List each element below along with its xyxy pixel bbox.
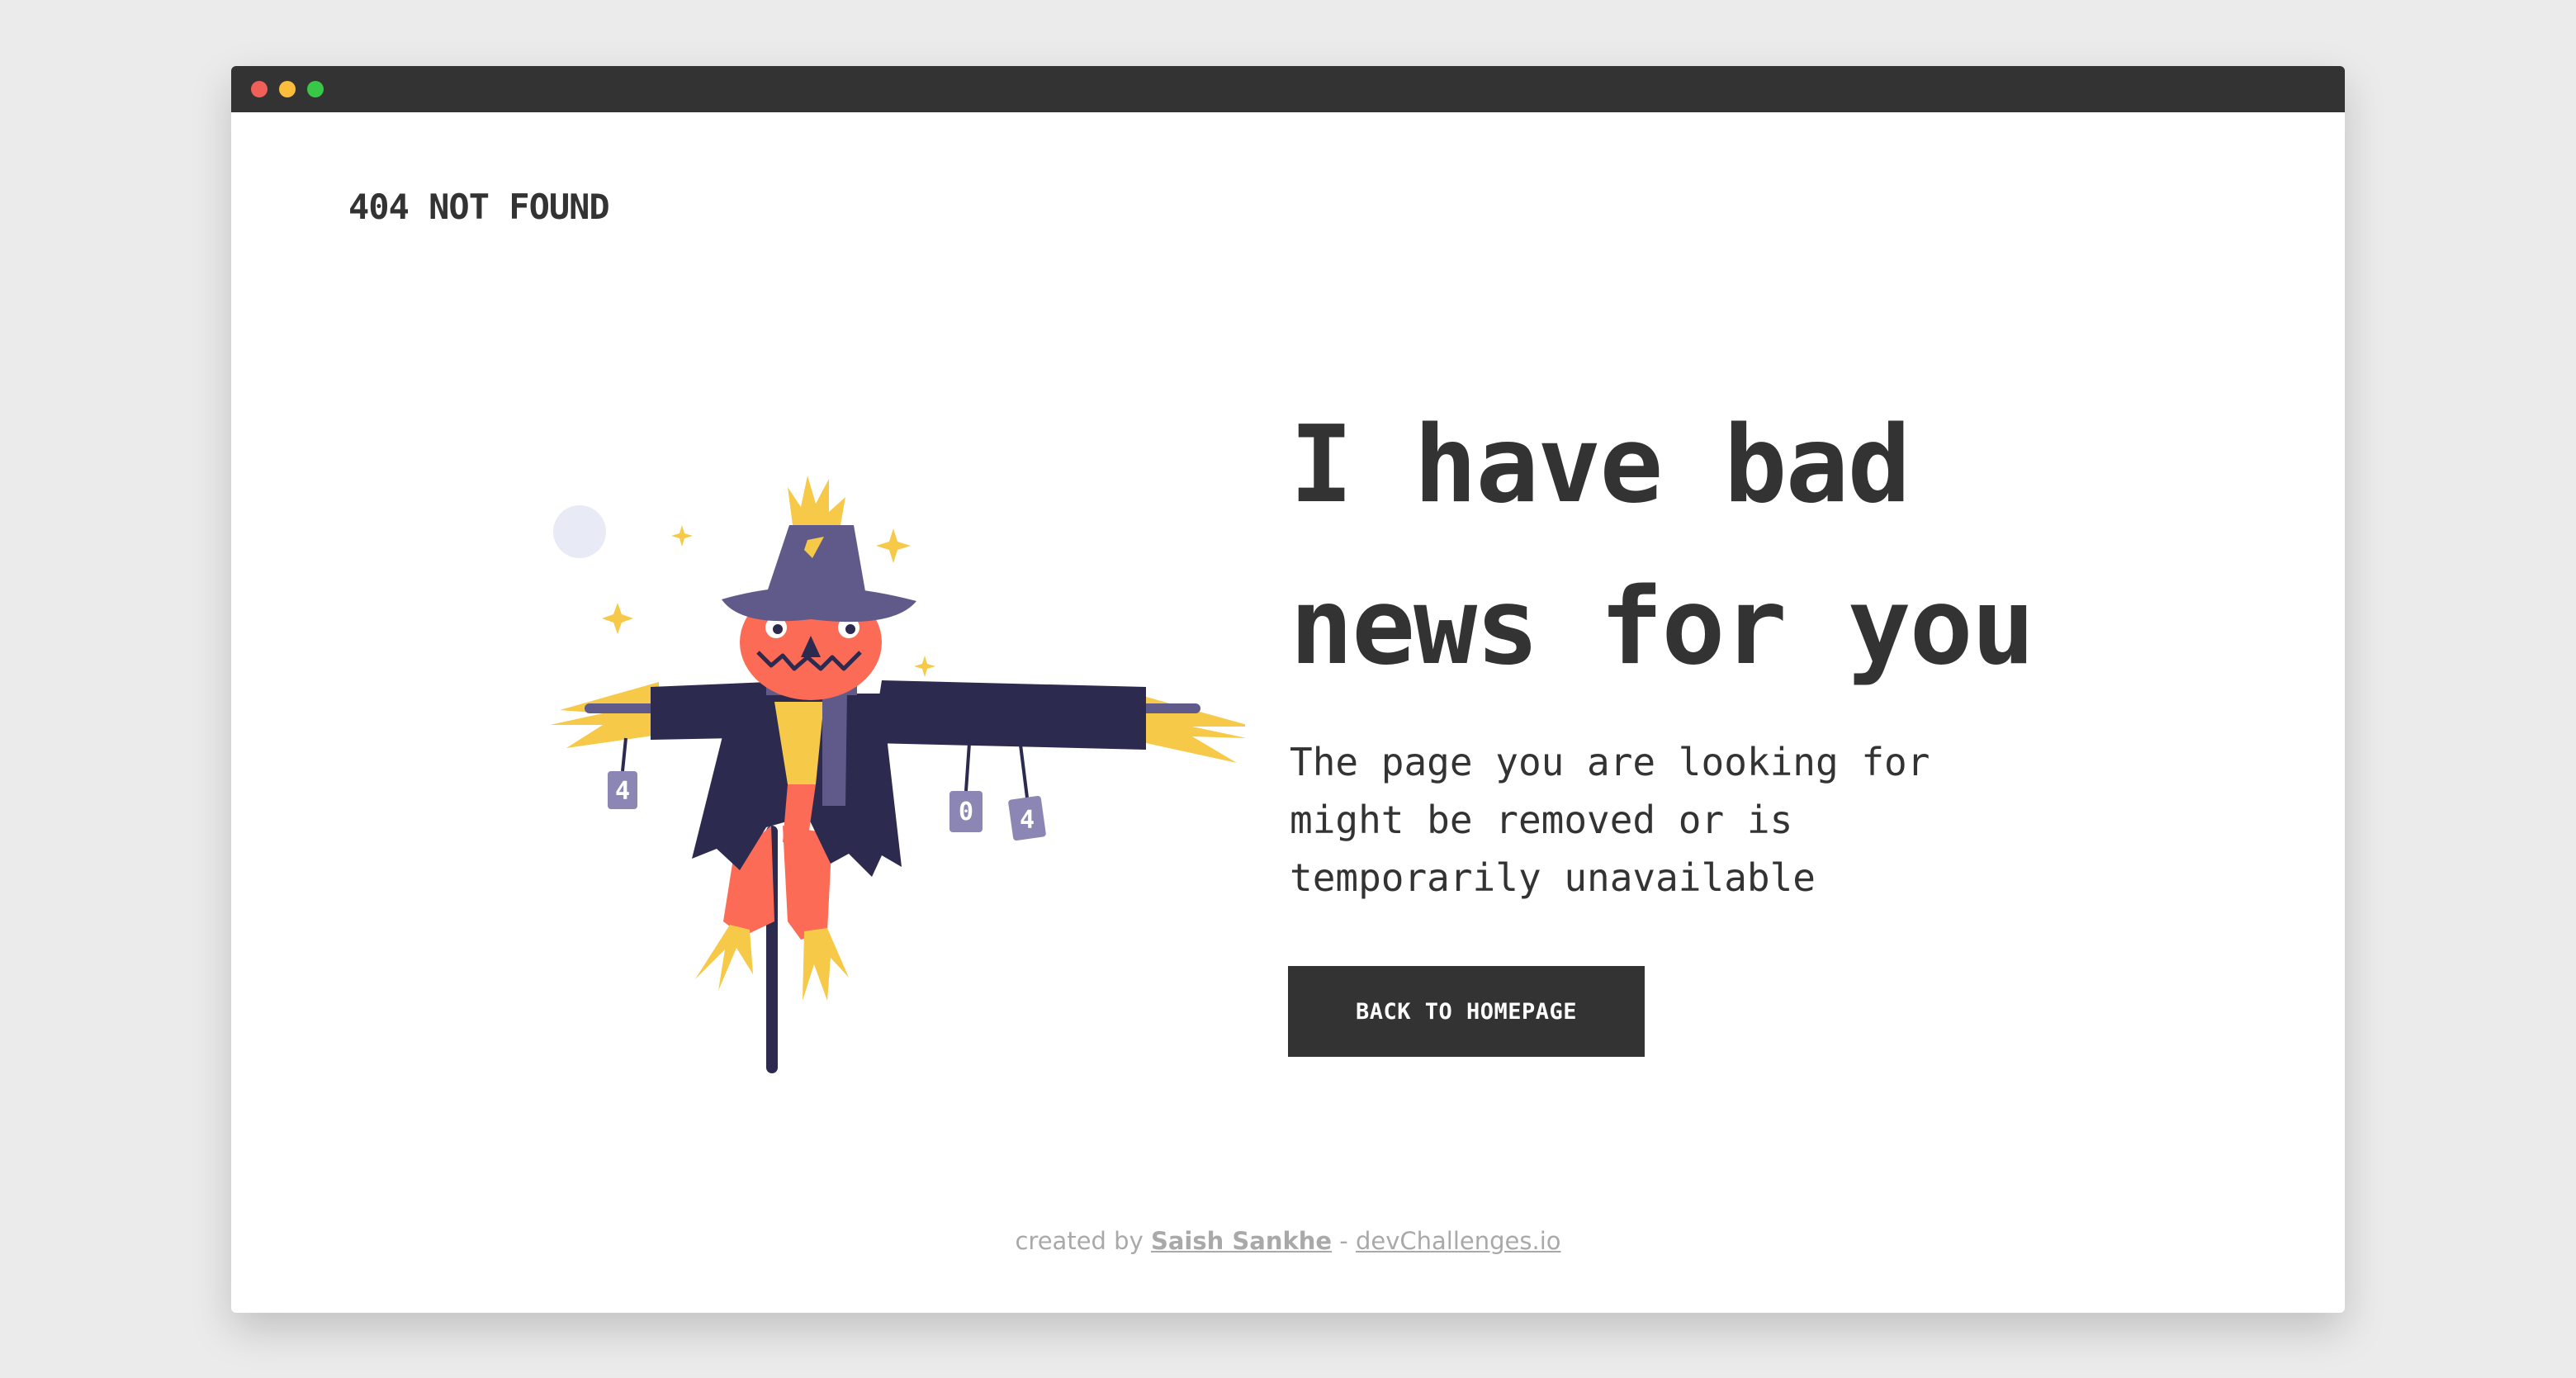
scarecrow-illustration: 4 0 4 (550, 476, 1245, 1073)
maximize-window-dot[interactable] (307, 81, 324, 97)
sparkle-icon (671, 525, 693, 547)
back-to-homepage-button[interactable]: BACK TO HOMEPAGE (1288, 966, 1645, 1057)
footer: created by Saish Sankhe - devChallenges.… (231, 1227, 2345, 1255)
window-titlebar (231, 66, 2345, 112)
site-logo: 404 NOT FOUND (348, 187, 610, 227)
headline: I have bad news for you (1290, 404, 2035, 689)
can-label-0: 0 (959, 798, 973, 826)
browser-window: 404 NOT FOUND 4 0 4 I have bad news for … (231, 66, 2345, 1313)
devchallenges-link[interactable]: devChallenges.io (1356, 1227, 1561, 1255)
error-message: The page you are looking for might be re… (1290, 740, 1930, 900)
minimize-window-dot[interactable] (279, 81, 296, 97)
author-link[interactable]: Saish Sankhe (1151, 1227, 1332, 1255)
sparkle-icon (876, 528, 911, 563)
moon-icon (553, 505, 606, 558)
can-label-4-right: 4 (1020, 806, 1035, 835)
close-window-dot[interactable] (251, 81, 268, 97)
can-label-4-left: 4 (615, 777, 630, 806)
sparkle-icon (914, 656, 935, 677)
footer-separator: - (1339, 1227, 1348, 1255)
sparkle-icon (602, 603, 633, 634)
footer-prefix: created by (1015, 1227, 1144, 1255)
